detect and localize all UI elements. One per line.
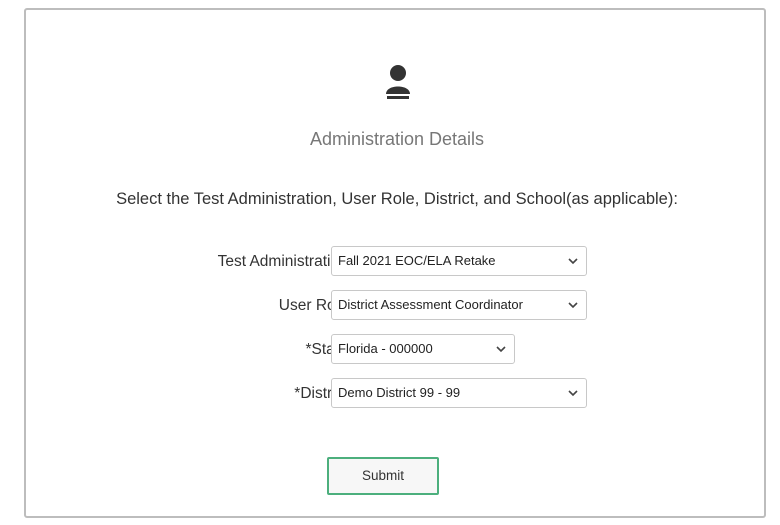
district-select[interactable]: Demo District 99 - 99 bbox=[331, 378, 587, 408]
user-icon bbox=[386, 65, 410, 99]
instructions-text: Select the Test Administration, User Rol… bbox=[116, 190, 678, 208]
administration-details-panel: Administration Details Select the Test A… bbox=[24, 8, 766, 518]
state-select[interactable]: Florida - 000000 bbox=[331, 334, 515, 364]
user-role-row: User Role: District Assessment Coordinat… bbox=[26, 289, 768, 323]
state-row: *State: Florida - 000000 bbox=[26, 333, 768, 367]
test-administration-select[interactable]: Fall 2021 EOC/ELA Retake bbox=[331, 246, 587, 276]
chevron-down-icon bbox=[568, 390, 578, 397]
test-administration-value: Fall 2021 EOC/ELA Retake bbox=[338, 253, 496, 268]
chevron-down-icon bbox=[568, 258, 578, 265]
chevron-down-icon bbox=[568, 302, 578, 309]
chevron-down-icon bbox=[496, 346, 506, 353]
page-title: Administration Details bbox=[309, 129, 485, 149]
test-administration-row: Test Administration: Fall 2021 EOC/ELA R… bbox=[26, 245, 768, 279]
submit-button[interactable]: Submit bbox=[327, 457, 439, 495]
district-row: *District: Demo District 99 - 99 bbox=[26, 377, 768, 411]
user-role-value: District Assessment Coordinator bbox=[338, 297, 523, 312]
district-value: Demo District 99 - 99 bbox=[338, 385, 461, 400]
user-role-select[interactable]: District Assessment Coordinator bbox=[331, 290, 587, 320]
state-value: Florida - 000000 bbox=[338, 341, 433, 356]
